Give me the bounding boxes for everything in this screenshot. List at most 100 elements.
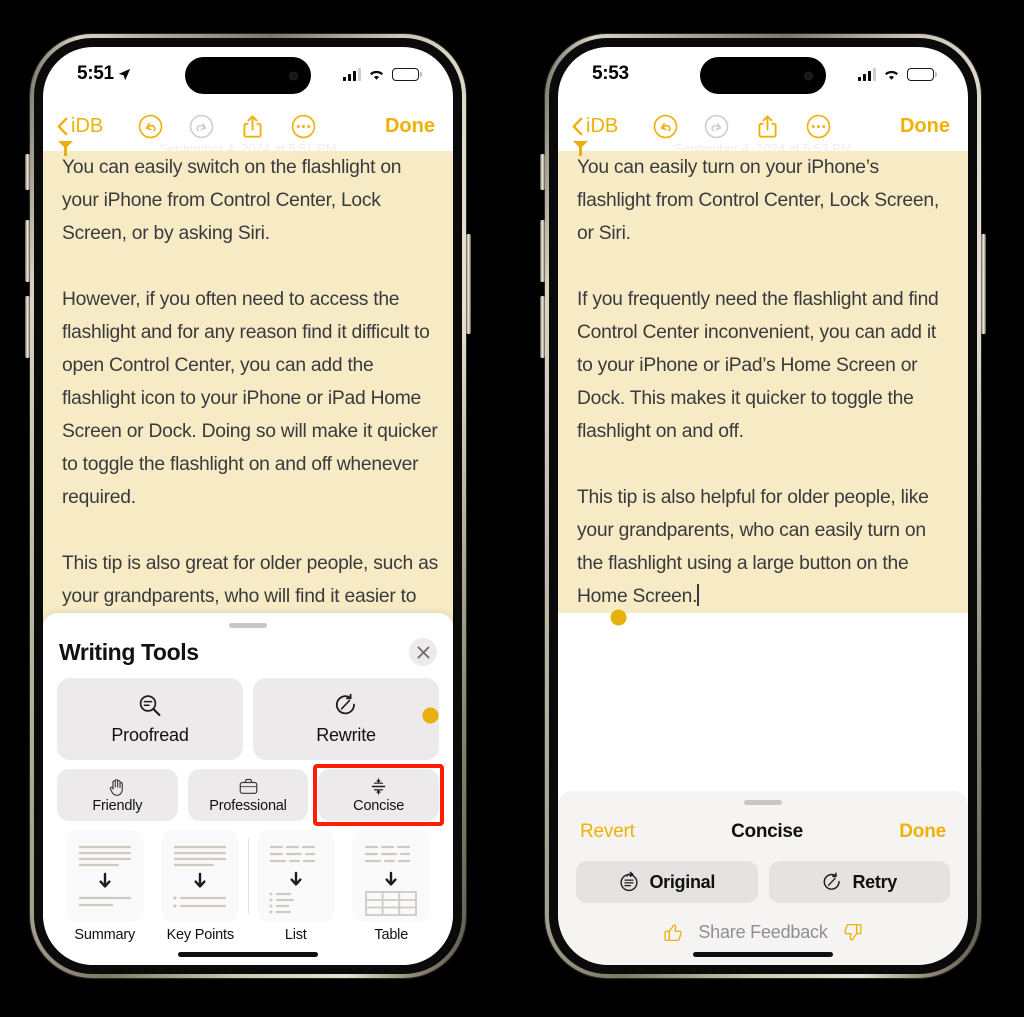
professional-label: Professional	[209, 798, 287, 814]
power-button[interactable]	[981, 234, 986, 334]
cellular-bars-icon	[858, 67, 876, 81]
revert-button[interactable]: Revert	[580, 821, 635, 843]
redo-icon	[704, 114, 729, 138]
waving-hand-icon	[110, 778, 124, 796]
close-button[interactable]	[409, 638, 437, 666]
sheet-grabber[interactable]	[229, 623, 267, 628]
chevron-left-icon	[57, 117, 68, 135]
note-paragraph: If you frequently need the flashlight an…	[558, 283, 968, 448]
sheet-grabber[interactable]	[744, 800, 782, 805]
left-status-bar: 5:51	[43, 47, 453, 101]
close-icon	[417, 646, 429, 658]
selection-start-handle-icon[interactable]	[572, 140, 589, 157]
front-camera-dot	[804, 71, 813, 80]
note-paragraph-text: You can easily turn on your iPhone’s fla…	[577, 157, 939, 244]
professional-button[interactable]: Professional	[187, 769, 309, 821]
volume-down-button[interactable]	[25, 296, 30, 358]
wifi-icon	[885, 70, 898, 80]
original-label: Original	[649, 871, 716, 892]
feedback-row: Share Feedback	[576, 903, 950, 943]
selection-end-handle-icon[interactable]	[422, 707, 439, 724]
action-button[interactable]	[25, 154, 30, 190]
volume-down-button[interactable]	[540, 296, 545, 358]
back-button-label: iDB	[71, 114, 104, 137]
original-revert-icon	[620, 871, 639, 892]
friendly-label: Friendly	[92, 797, 143, 814]
home-indicator[interactable]	[178, 952, 318, 957]
share-feedback-label[interactable]: Share Feedback	[698, 922, 827, 943]
selection-end-handle-icon[interactable]	[610, 609, 627, 626]
ellipsis-circle-icon[interactable]	[291, 114, 316, 139]
summary-tile-button[interactable]: Summary	[57, 830, 153, 943]
proofread-label: Proofread	[111, 725, 189, 745]
left-status-time-group: 5:51	[77, 63, 187, 85]
rewrite-dial-icon	[335, 693, 355, 715]
concise-button[interactable]: Concise	[313, 764, 445, 826]
right-phone-screen: 5:53 September 4, 2024 at 5:53 PM iDB Do…	[558, 47, 968, 965]
thumbs-up-icon[interactable]	[663, 922, 684, 943]
volume-up-button[interactable]	[25, 220, 30, 282]
note-paragraph-text: If you frequently need the flashlight an…	[577, 289, 939, 442]
rewrite-label: Rewrite	[316, 725, 376, 745]
ellipsis-circle-icon[interactable]	[806, 114, 831, 139]
back-button[interactable]: iDB	[57, 115, 103, 138]
right-status-bar: 5:53	[558, 47, 968, 101]
list-tile-button[interactable]: List	[248, 830, 344, 943]
result-actions-row: Original Retry	[576, 861, 950, 903]
note-paragraph-gap	[43, 250, 453, 283]
right-nav-bar: September 4, 2024 at 5:53 PM iDB Done	[558, 101, 968, 156]
table-tile-icon	[352, 830, 431, 922]
undo-icon[interactable]	[138, 114, 163, 139]
note-paragraph-text: This tip is also helpful for older peopl…	[577, 487, 929, 607]
note-paragraph: You can easily turn on your iPhone’s fla…	[558, 141, 968, 250]
original-button[interactable]: Original	[576, 861, 758, 903]
rewrite-result-bar: Revert Concise Done Original Retry Share…	[558, 791, 968, 965]
friendly-button[interactable]: Friendly	[57, 769, 178, 821]
home-indicator[interactable]	[693, 952, 833, 957]
list-tile-icon	[256, 830, 335, 922]
concise-arrows-icon	[371, 778, 386, 795]
wifi-icon	[370, 70, 383, 80]
share-icon[interactable]	[755, 114, 780, 139]
undo-icon[interactable]	[653, 114, 678, 139]
right-status-indicators	[858, 67, 937, 81]
proofread-button[interactable]: Proofread	[57, 678, 243, 760]
done-button[interactable]: Done	[899, 821, 946, 843]
left-nav-bar: September 4, 2024 at 5:51 PM iDB Done	[43, 101, 453, 156]
table-label: Table	[374, 927, 409, 943]
proofread-magnifier-icon	[139, 695, 161, 717]
back-button-label: iDB	[586, 114, 619, 137]
writing-tools-tone-row: Friendly Professional Concise	[57, 764, 445, 826]
retry-button[interactable]: Retry	[768, 861, 950, 903]
dynamic-island	[185, 57, 311, 94]
share-icon[interactable]	[240, 114, 265, 139]
note-paragraph-gap	[558, 250, 968, 283]
screenshot-root: 5:51 September 4, 2024 at 5:51 PM iDB Do…	[0, 0, 1024, 1017]
right-note-body[interactable]: You can easily turn on your iPhone’s fla…	[558, 141, 968, 626]
chevron-left-icon	[572, 117, 583, 135]
done-button[interactable]: Done	[900, 115, 950, 138]
power-button[interactable]	[466, 234, 471, 334]
right-status-time-group: 5:53	[592, 63, 702, 85]
location-arrow-icon	[118, 68, 131, 80]
note-paragraph: You can easily switch on the flashlight …	[43, 141, 453, 250]
redo-icon	[189, 114, 214, 138]
selection-start-handle-icon[interactable]	[57, 140, 74, 157]
done-button[interactable]: Done	[385, 115, 435, 138]
format-divider	[248, 838, 249, 914]
action-button[interactable]	[540, 154, 545, 190]
writing-tools-format-row: Summary Key Points List Table	[57, 830, 439, 943]
summary-label: Summary	[74, 927, 136, 943]
table-tile-button[interactable]: Table	[344, 830, 440, 943]
writing-tools-header: Writing Tools	[57, 638, 439, 678]
writing-tools-title: Writing Tools	[59, 638, 199, 665]
volume-up-button[interactable]	[540, 220, 545, 282]
back-button[interactable]: iDB	[572, 115, 618, 138]
rewrite-button[interactable]: Rewrite	[253, 678, 439, 760]
left-phone-bezel: 5:51 September 4, 2024 at 5:51 PM iDB Do…	[34, 38, 462, 974]
cellular-bars-icon	[343, 67, 361, 81]
left-iphone-device: 5:51 September 4, 2024 at 5:51 PM iDB Do…	[25, 34, 471, 978]
key-points-tile-button[interactable]: Key Points	[153, 830, 249, 943]
note-paragraph-gap	[558, 448, 968, 481]
thumbs-down-icon[interactable]	[842, 922, 863, 943]
